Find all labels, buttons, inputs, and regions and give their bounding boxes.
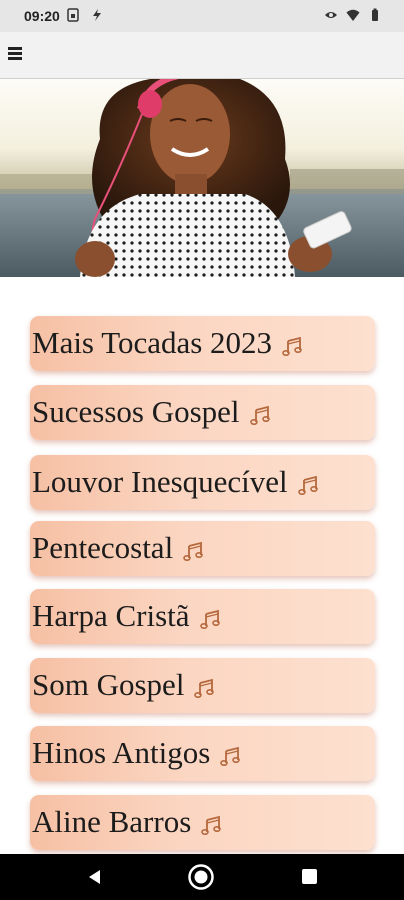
recents-icon[interactable] bbox=[302, 869, 317, 884]
status-bar: 09:20 bbox=[0, 0, 404, 32]
system-nav-bar bbox=[0, 854, 404, 900]
flash-icon bbox=[93, 9, 101, 21]
playlist-button-som-gospel[interactable]: Som Gospel bbox=[30, 658, 375, 713]
playlist-label: Som Gospel bbox=[32, 666, 216, 704]
music-note-icon bbox=[249, 405, 270, 425]
back-icon[interactable] bbox=[86, 868, 104, 886]
sim-card-icon bbox=[67, 8, 79, 22]
music-note-icon bbox=[199, 609, 220, 629]
playlist-label: Mais Tocadas 2023 bbox=[32, 324, 304, 362]
music-note-icon bbox=[183, 541, 203, 561]
playlist-label: Louvor Inesquecível bbox=[32, 463, 320, 501]
playlist-label: Sucessos Gospel bbox=[32, 393, 272, 431]
playlist-button-pentecostal[interactable]: Pentecostal bbox=[30, 521, 375, 576]
status-time: 09:20 bbox=[24, 8, 60, 24]
music-note-icon bbox=[194, 678, 215, 698]
woman-with-headphones-photo bbox=[0, 79, 404, 277]
playlist-label: Aline Barros bbox=[32, 803, 223, 841]
hamburger-menu-icon[interactable] bbox=[6, 44, 24, 62]
app-bar bbox=[0, 32, 404, 79]
playlist-button-harpa-crista[interactable]: Harpa Cristã bbox=[30, 589, 375, 644]
music-note-icon bbox=[201, 815, 222, 835]
home-icon[interactable] bbox=[187, 863, 215, 891]
playlist-label: Pentecostal bbox=[32, 529, 205, 567]
music-note-icon bbox=[220, 746, 241, 766]
playlist-button-hinos-antigos[interactable]: Hinos Antigos bbox=[30, 726, 375, 781]
playlist-label: Hinos Antigos bbox=[32, 734, 242, 772]
playlist-label: Harpa Cristã bbox=[32, 597, 222, 635]
playlist-button-louvor-inesquecivel[interactable]: Louvor Inesquecível bbox=[30, 455, 375, 510]
playlist-button-sucessos-gospel[interactable]: Sucessos Gospel bbox=[30, 385, 375, 440]
wifi-icon bbox=[346, 9, 360, 21]
battery-icon bbox=[372, 8, 378, 21]
eye-icon bbox=[325, 12, 337, 18]
playlist-button-mais-tocadas-2023[interactable]: Mais Tocadas 2023 bbox=[30, 316, 375, 371]
music-note-icon bbox=[282, 336, 302, 356]
music-note-icon bbox=[297, 475, 318, 495]
playlist-button-aline-barros[interactable]: Aline Barros bbox=[30, 795, 375, 850]
hero-image bbox=[0, 79, 404, 277]
